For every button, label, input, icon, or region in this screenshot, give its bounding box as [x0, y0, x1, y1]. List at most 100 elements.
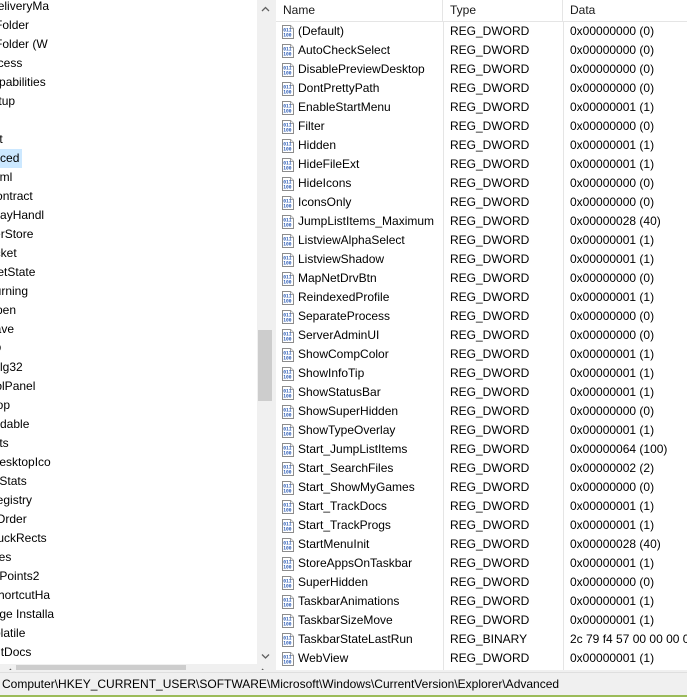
value-name: Filter — [298, 119, 325, 133]
table-row[interactable]: 011 100 TaskbarAnimations REG_DWORD 0x000000… — [276, 592, 687, 611]
tree-item-menuorder[interactable]: MenuOrder — [0, 510, 256, 529]
svg-text:011: 011 — [283, 141, 292, 147]
tree-item-package-installa[interactable]: Package Installa — [0, 605, 256, 624]
tree-item-recentdocs[interactable]: RecentDocs — [0, 643, 256, 662]
tree-item-autoplayhandl[interactable]: AutoplayHandl — [0, 206, 256, 225]
tree-item-desktop[interactable]: Desktop — [0, 396, 256, 415]
table-row[interactable]: 011 100 ListviewAlphaSelect REG_DWORD 0x0000… — [276, 231, 687, 250]
svg-text:100: 100 — [283, 660, 292, 666]
tree-item-plmvolatile[interactable]: PlmVolatile — [0, 624, 256, 643]
chevron-left-icon[interactable] — [0, 664, 17, 670]
value-data: 0x00000000 (0) — [570, 575, 655, 589]
tree-item-controls-folder-w[interactable]: Controls Folder (W — [0, 35, 256, 54]
dword-icon: 011 100 — [281, 557, 295, 571]
tree-item-modules[interactable]: Modules — [0, 548, 256, 567]
tree-item-deviceaccess[interactable]: DeviceAccess — [0, 54, 256, 73]
value-data: 2c 79 f4 57 00 00 00 00 — [570, 632, 687, 646]
tree-item-fileexts[interactable]: FileExts — [0, 434, 256, 453]
dword-icon: 011 100 — [281, 614, 295, 628]
table-row[interactable]: 011 100 (Default) REG_DWORD 0x00000000 (0) — [276, 22, 687, 41]
tree-item-bitbucket[interactable]: BitBucket — [0, 244, 256, 263]
tree-item-contentdeliveryma[interactable]: ContentDeliveryMa — [0, 0, 256, 16]
table-row[interactable]: 011 100 Hidden REG_DWORD 0x00000001 (1) — [276, 136, 687, 155]
table-row[interactable]: 011 100 DontPrettyPath REG_DWORD 0x00000000 … — [276, 79, 687, 98]
tree-item-devicecapabilities[interactable]: DeviceCapabilities — [0, 73, 256, 92]
svg-text:011: 011 — [283, 540, 292, 546]
tree-item-accent[interactable]: Accent — [0, 130, 256, 149]
table-row[interactable]: 011 100 ShowTypeOverlay REG_DWORD 0x00000001… — [276, 421, 687, 440]
table-row[interactable]: 011 100 TaskbarSizeMove REG_DWORD 0x00000001… — [276, 611, 687, 630]
tree-item-discardable[interactable]: Discardable — [0, 415, 256, 434]
column-header-type[interactable]: Type — [443, 0, 563, 21]
value-name: SuperHidden — [298, 575, 369, 589]
tree-item-lowregistry[interactable]: LowRegistry — [0, 491, 256, 510]
table-row[interactable]: 011 100 WebView REG_DWORD 0x00000001 (1) — [276, 649, 687, 668]
value-data: 0x00000000 (0) — [570, 271, 655, 285]
table-row[interactable]: 011 100 DisablePreviewDesktop REG_DWORD 0x00… — [276, 60, 687, 79]
chevron-up-icon[interactable] — [257, 0, 272, 17]
tree-item-cd-burning[interactable]: CD Burning — [0, 282, 256, 301]
table-row[interactable]: 011 100 JumpListItems_Maximum REG_DWORD 0x00… — [276, 212, 687, 231]
tree-item-cidopen[interactable]: CIDOpen — [0, 301, 256, 320]
tree-item-explorer[interactable]: Explorer — [0, 111, 256, 130]
table-row[interactable]: 011 100 ShowStatusBar REG_DWORD 0x00000001 (… — [276, 383, 687, 402]
table-row[interactable]: 011 100 SeparateProcess REG_DWORD 0x00000000… — [276, 307, 687, 326]
tree-item-mmstuckrects[interactable]: MMStuckRects — [0, 529, 256, 548]
tree-item-comdlg32[interactable]: ComDlg32 — [0, 358, 256, 377]
tree-item-clsid[interactable]: CLSID — [0, 339, 256, 358]
table-row[interactable]: 011 100 ListviewShadow REG_DWORD 0x00000001 … — [276, 250, 687, 269]
table-row[interactable]: 011 100 TaskbarStateLastRun REG_BINARY 2c 79… — [276, 630, 687, 649]
table-row[interactable]: 011 100 ShowCompColor REG_DWORD 0x00000001 (… — [276, 345, 687, 364]
table-row[interactable]: 011 100 IconsOnly REG_DWORD 0x00000000 (0) — [276, 193, 687, 212]
dword-icon: 011 100 — [281, 63, 295, 77]
tree-item-devicesetup[interactable]: DeviceSetup — [0, 92, 256, 111]
tree-item-logonstats[interactable]: LogonStats — [0, 472, 256, 491]
table-row[interactable]: 011 100 MapNetDrvBtn REG_DWORD 0x00000000 (0… — [276, 269, 687, 288]
value-type: REG_DWORD — [450, 556, 530, 570]
tree-item-advanced[interactable]: Advanced — [0, 149, 256, 168]
column-header-data[interactable]: Data — [563, 0, 687, 21]
chevron-right-icon[interactable] — [255, 664, 272, 670]
table-row[interactable]: 011 100 StartMenuInit REG_DWORD 0x00000028 (… — [276, 535, 687, 554]
tree-item-xaml[interactable]: Xaml — [0, 168, 256, 187]
tree-vertical-scrollbar[interactable] — [256, 0, 272, 664]
chevron-down-icon[interactable] — [257, 647, 272, 664]
table-row[interactable]: 011 100 EnableStartMenu REG_DWORD 0x00000001… — [276, 98, 687, 117]
tree-item-controlpanel[interactable]: ControlPanel — [0, 377, 256, 396]
table-row[interactable]: 011 100 HideFileExt REG_DWORD 0x00000001 (1) — [276, 155, 687, 174]
table-row[interactable]: 011 100 ShowSuperHidden REG_DWORD 0x00000000… — [276, 402, 687, 421]
table-row[interactable]: 011 100 Filter REG_DWORD 0x00000000 (0) — [276, 117, 687, 136]
tree-item-controls-folder[interactable]: Controls Folder — [0, 16, 256, 35]
table-row[interactable]: 011 100 Start_TrackProgs REG_DWORD 0x0000000… — [276, 516, 687, 535]
table-row[interactable]: 011 100 Start_ShowMyGames REG_DWORD 0x000000… — [276, 478, 687, 497]
value-name: ShowCompColor — [298, 347, 389, 361]
table-row[interactable]: 011 100 AutoCheckSelect REG_DWORD 0x00000000… — [276, 41, 687, 60]
table-row[interactable]: 011 100 ReindexedProfile REG_DWORD 0x0000000… — [276, 288, 687, 307]
tree-vertical-scroll-thumb[interactable] — [258, 330, 272, 401]
value-type: REG_DWORD — [450, 651, 530, 665]
tree-item-newshortcutha[interactable]: NewShortcutHa — [0, 586, 256, 605]
table-row[interactable]: 011 100 ServerAdminUI REG_DWORD 0x00000000 (… — [276, 326, 687, 345]
tree-item-mountpoints2[interactable]: MountPoints2 — [0, 567, 256, 586]
column-header-name[interactable]: Name — [276, 0, 443, 21]
table-row[interactable]: 011 100 StoreAppsOnTaskbar REG_DWORD 0x00000… — [276, 554, 687, 573]
tree-horizontal-scrollbar[interactable] — [0, 664, 272, 670]
tree-item-hidedesktopico[interactable]: HideDesktopIco — [0, 453, 256, 472]
tree-horizontal-scroll-thumb[interactable] — [16, 665, 186, 670]
table-row[interactable]: 011 100 Start_JumpListItems REG_DWORD 0x0000… — [276, 440, 687, 459]
table-row[interactable]: 011 100 SuperHidden REG_DWORD 0x00000000 (0) — [276, 573, 687, 592]
tree-item-appcontract[interactable]: AppContract — [0, 187, 256, 206]
tree-item-bannerstore[interactable]: BannerStore — [0, 225, 256, 244]
svg-text:100: 100 — [283, 147, 292, 153]
table-row[interactable]: 011 100 HideIcons REG_DWORD 0x00000000 (0) — [276, 174, 687, 193]
table-row[interactable]: 011 100 Start_SearchFiles REG_DWORD 0x000000… — [276, 459, 687, 478]
tree-item-cabinetstate[interactable]: CabinetState — [0, 263, 256, 282]
table-row[interactable]: 011 100 Start_TrackDocs REG_DWORD 0x00000001… — [276, 497, 687, 516]
value-name: ListviewShadow — [298, 252, 385, 266]
value-data: 0x00000028 (40) — [570, 537, 661, 551]
value-data: 0x00000001 (1) — [570, 290, 655, 304]
table-row[interactable]: 011 100 ShowInfoTip REG_DWORD 0x00000001 (1) — [276, 364, 687, 383]
tree-item-cidsave[interactable]: CIDSave — [0, 320, 256, 339]
tree-item-label: Advanced — [0, 149, 23, 168]
value-data: 0x00000000 (0) — [570, 119, 655, 133]
